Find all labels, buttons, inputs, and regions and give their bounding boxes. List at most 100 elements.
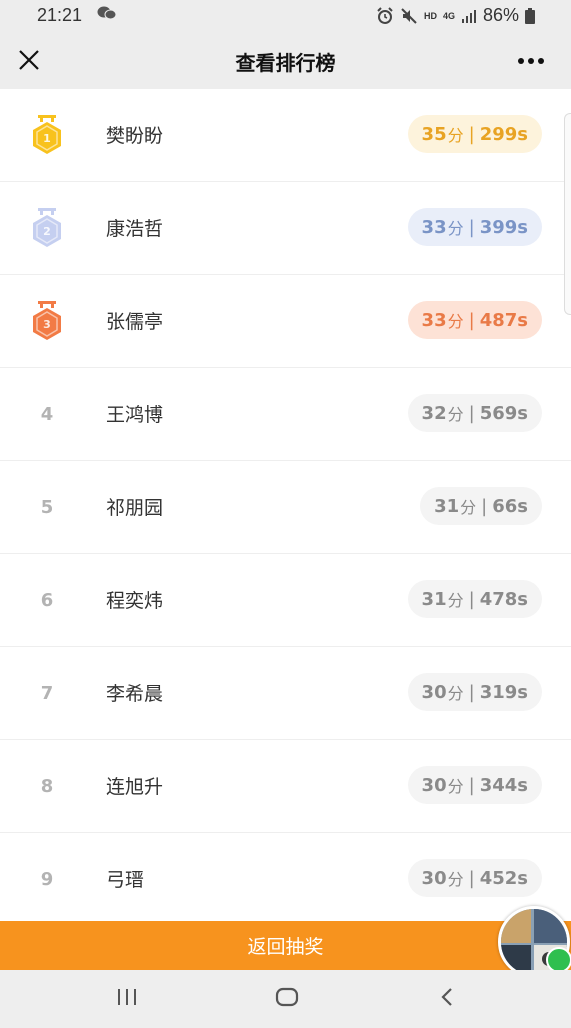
score-time-badge: 32 分 | 569s bbox=[407, 394, 542, 432]
back-icon[interactable] bbox=[437, 986, 457, 1008]
time-value: 487s bbox=[479, 309, 528, 331]
rank-cell: 6 bbox=[25, 554, 69, 646]
recent-apps-icon[interactable] bbox=[116, 986, 138, 1008]
signal-icon bbox=[461, 9, 476, 23]
score-unit: 分 bbox=[447, 219, 464, 238]
score-value: 30 bbox=[421, 867, 447, 889]
rank-number: 9 bbox=[40, 868, 54, 890]
alarm-icon bbox=[377, 6, 393, 24]
score-value: 33 bbox=[421, 309, 447, 331]
separator: | bbox=[468, 309, 475, 331]
score-unit: 分 bbox=[460, 498, 477, 517]
leaderboard-row: 7 李希晨 30 分 | 319s bbox=[0, 647, 571, 740]
time-value: 66s bbox=[492, 495, 528, 517]
rank-cell: 7 bbox=[25, 647, 69, 739]
score-unit: 分 bbox=[447, 870, 464, 889]
leaderboard-row: 4 王鸿博 32 分 | 569s bbox=[0, 368, 571, 461]
medal-silver-icon: 2 bbox=[33, 208, 61, 247]
leaderboard-row: 3 张儒亭 33 分 | 487s bbox=[0, 275, 571, 368]
score-time-badge: 30 分 | 452s bbox=[407, 859, 542, 897]
separator: | bbox=[468, 588, 475, 610]
player-name: 樊盼盼 bbox=[106, 125, 164, 147]
player-name: 弓瑨 bbox=[106, 869, 145, 891]
separator: | bbox=[468, 774, 475, 796]
score-value: 32 bbox=[421, 402, 447, 424]
leaderboard-row: 6 程奕炜 31 分 | 478s bbox=[0, 554, 571, 647]
rank-cell: 8 bbox=[25, 740, 69, 832]
medal-gold-icon: 1 bbox=[33, 115, 61, 154]
score-unit: 分 bbox=[447, 312, 464, 331]
separator: | bbox=[468, 867, 475, 889]
player-name: 王鸿博 bbox=[106, 404, 164, 426]
leaderboard-list: 1 樊盼盼 35 分 | 299s 2 康浩哲 33 分 | 399s 3 张儒亭 33 分 | 487s 4 王鸿博… bbox=[0, 89, 571, 926]
score-unit: 分 bbox=[447, 591, 464, 610]
score-time-badge: 31 分 | 66s bbox=[420, 487, 542, 525]
score-value: 35 bbox=[421, 123, 447, 145]
rank-cell: 1 bbox=[25, 89, 69, 181]
rank-number: 8 bbox=[40, 775, 54, 797]
home-icon[interactable] bbox=[275, 986, 299, 1008]
score-value: 30 bbox=[421, 681, 447, 703]
leaderboard-row: 2 康浩哲 33 分 | 399s bbox=[0, 182, 571, 275]
score-time-badge: 31 分 | 478s bbox=[407, 580, 542, 618]
player-name: 李希晨 bbox=[106, 683, 164, 705]
page-title: 查看排行榜 bbox=[235, 51, 336, 75]
score-time-badge: 33 分 | 399s bbox=[407, 208, 542, 246]
battery-percent: 86% bbox=[482, 5, 519, 25]
mute-icon bbox=[401, 7, 417, 24]
score-value: 31 bbox=[434, 495, 460, 517]
score-unit: 分 bbox=[447, 126, 464, 145]
time-value: 569s bbox=[479, 402, 528, 424]
time-value: 319s bbox=[479, 681, 528, 703]
rank-cell: 5 bbox=[25, 461, 69, 553]
player-name: 连旭升 bbox=[106, 776, 164, 798]
score-value: 33 bbox=[421, 216, 447, 238]
separator: | bbox=[468, 681, 475, 703]
rank-cell: 2 bbox=[25, 182, 69, 274]
separator: | bbox=[481, 495, 488, 517]
time-value: 344s bbox=[479, 774, 528, 796]
medal-rank-number: 2 bbox=[43, 225, 51, 238]
leaderboard-row: 5 祁朋园 31 分 | 66s bbox=[0, 461, 571, 554]
time-value: 478s bbox=[479, 588, 528, 610]
player-name: 程奕炜 bbox=[106, 590, 164, 612]
rank-number: 4 bbox=[40, 403, 54, 425]
status-bar: 21:21 HD 4G 86% bbox=[0, 0, 571, 31]
hd-label: HD bbox=[423, 10, 437, 21]
score-time-badge: 30 分 | 344s bbox=[407, 766, 542, 804]
network-label: 4G bbox=[442, 10, 455, 21]
more-options-icon[interactable] bbox=[517, 57, 545, 65]
nav-bar: 查看排行榜 bbox=[0, 31, 571, 89]
status-right-group: HD 4G 86% bbox=[376, 5, 535, 26]
medal-rank-number: 3 bbox=[43, 318, 51, 331]
player-name: 祁朋园 bbox=[106, 497, 164, 519]
separator: | bbox=[468, 123, 475, 145]
status-time: 21:21 bbox=[37, 5, 83, 25]
rank-number: 6 bbox=[40, 589, 54, 611]
medal-bronze-icon: 3 bbox=[33, 301, 61, 340]
separator: | bbox=[468, 402, 475, 424]
time-value: 452s bbox=[479, 867, 528, 889]
time-value: 399s bbox=[479, 216, 528, 238]
score-time-badge: 30 分 | 319s bbox=[407, 673, 542, 711]
leaderboard-row: 9 弓瑨 30 分 | 452s bbox=[0, 833, 571, 926]
score-value: 31 bbox=[421, 588, 447, 610]
score-unit: 分 bbox=[447, 777, 464, 796]
score-value: 30 bbox=[421, 774, 447, 796]
score-time-badge: 35 分 | 299s bbox=[407, 115, 542, 153]
time-value: 299s bbox=[479, 123, 528, 145]
player-name: 张儒亭 bbox=[106, 311, 164, 333]
leaderboard-row: 1 樊盼盼 35 分 | 299s bbox=[0, 89, 571, 182]
score-unit: 分 bbox=[447, 684, 464, 703]
rank-cell: 3 bbox=[25, 275, 69, 367]
score-unit: 分 bbox=[447, 405, 464, 424]
system-nav-bar bbox=[0, 970, 571, 1028]
separator: | bbox=[468, 216, 475, 238]
medal-rank-number: 1 bbox=[43, 132, 51, 145]
rank-number: 5 bbox=[40, 496, 54, 518]
rank-number: 7 bbox=[40, 682, 54, 704]
rank-cell: 4 bbox=[25, 368, 69, 460]
leaderboard-row: 8 连旭升 30 分 | 344s bbox=[0, 740, 571, 833]
battery-icon bbox=[525, 7, 535, 24]
return-to-lottery-button[interactable]: 返回抽奖 bbox=[0, 921, 571, 970]
